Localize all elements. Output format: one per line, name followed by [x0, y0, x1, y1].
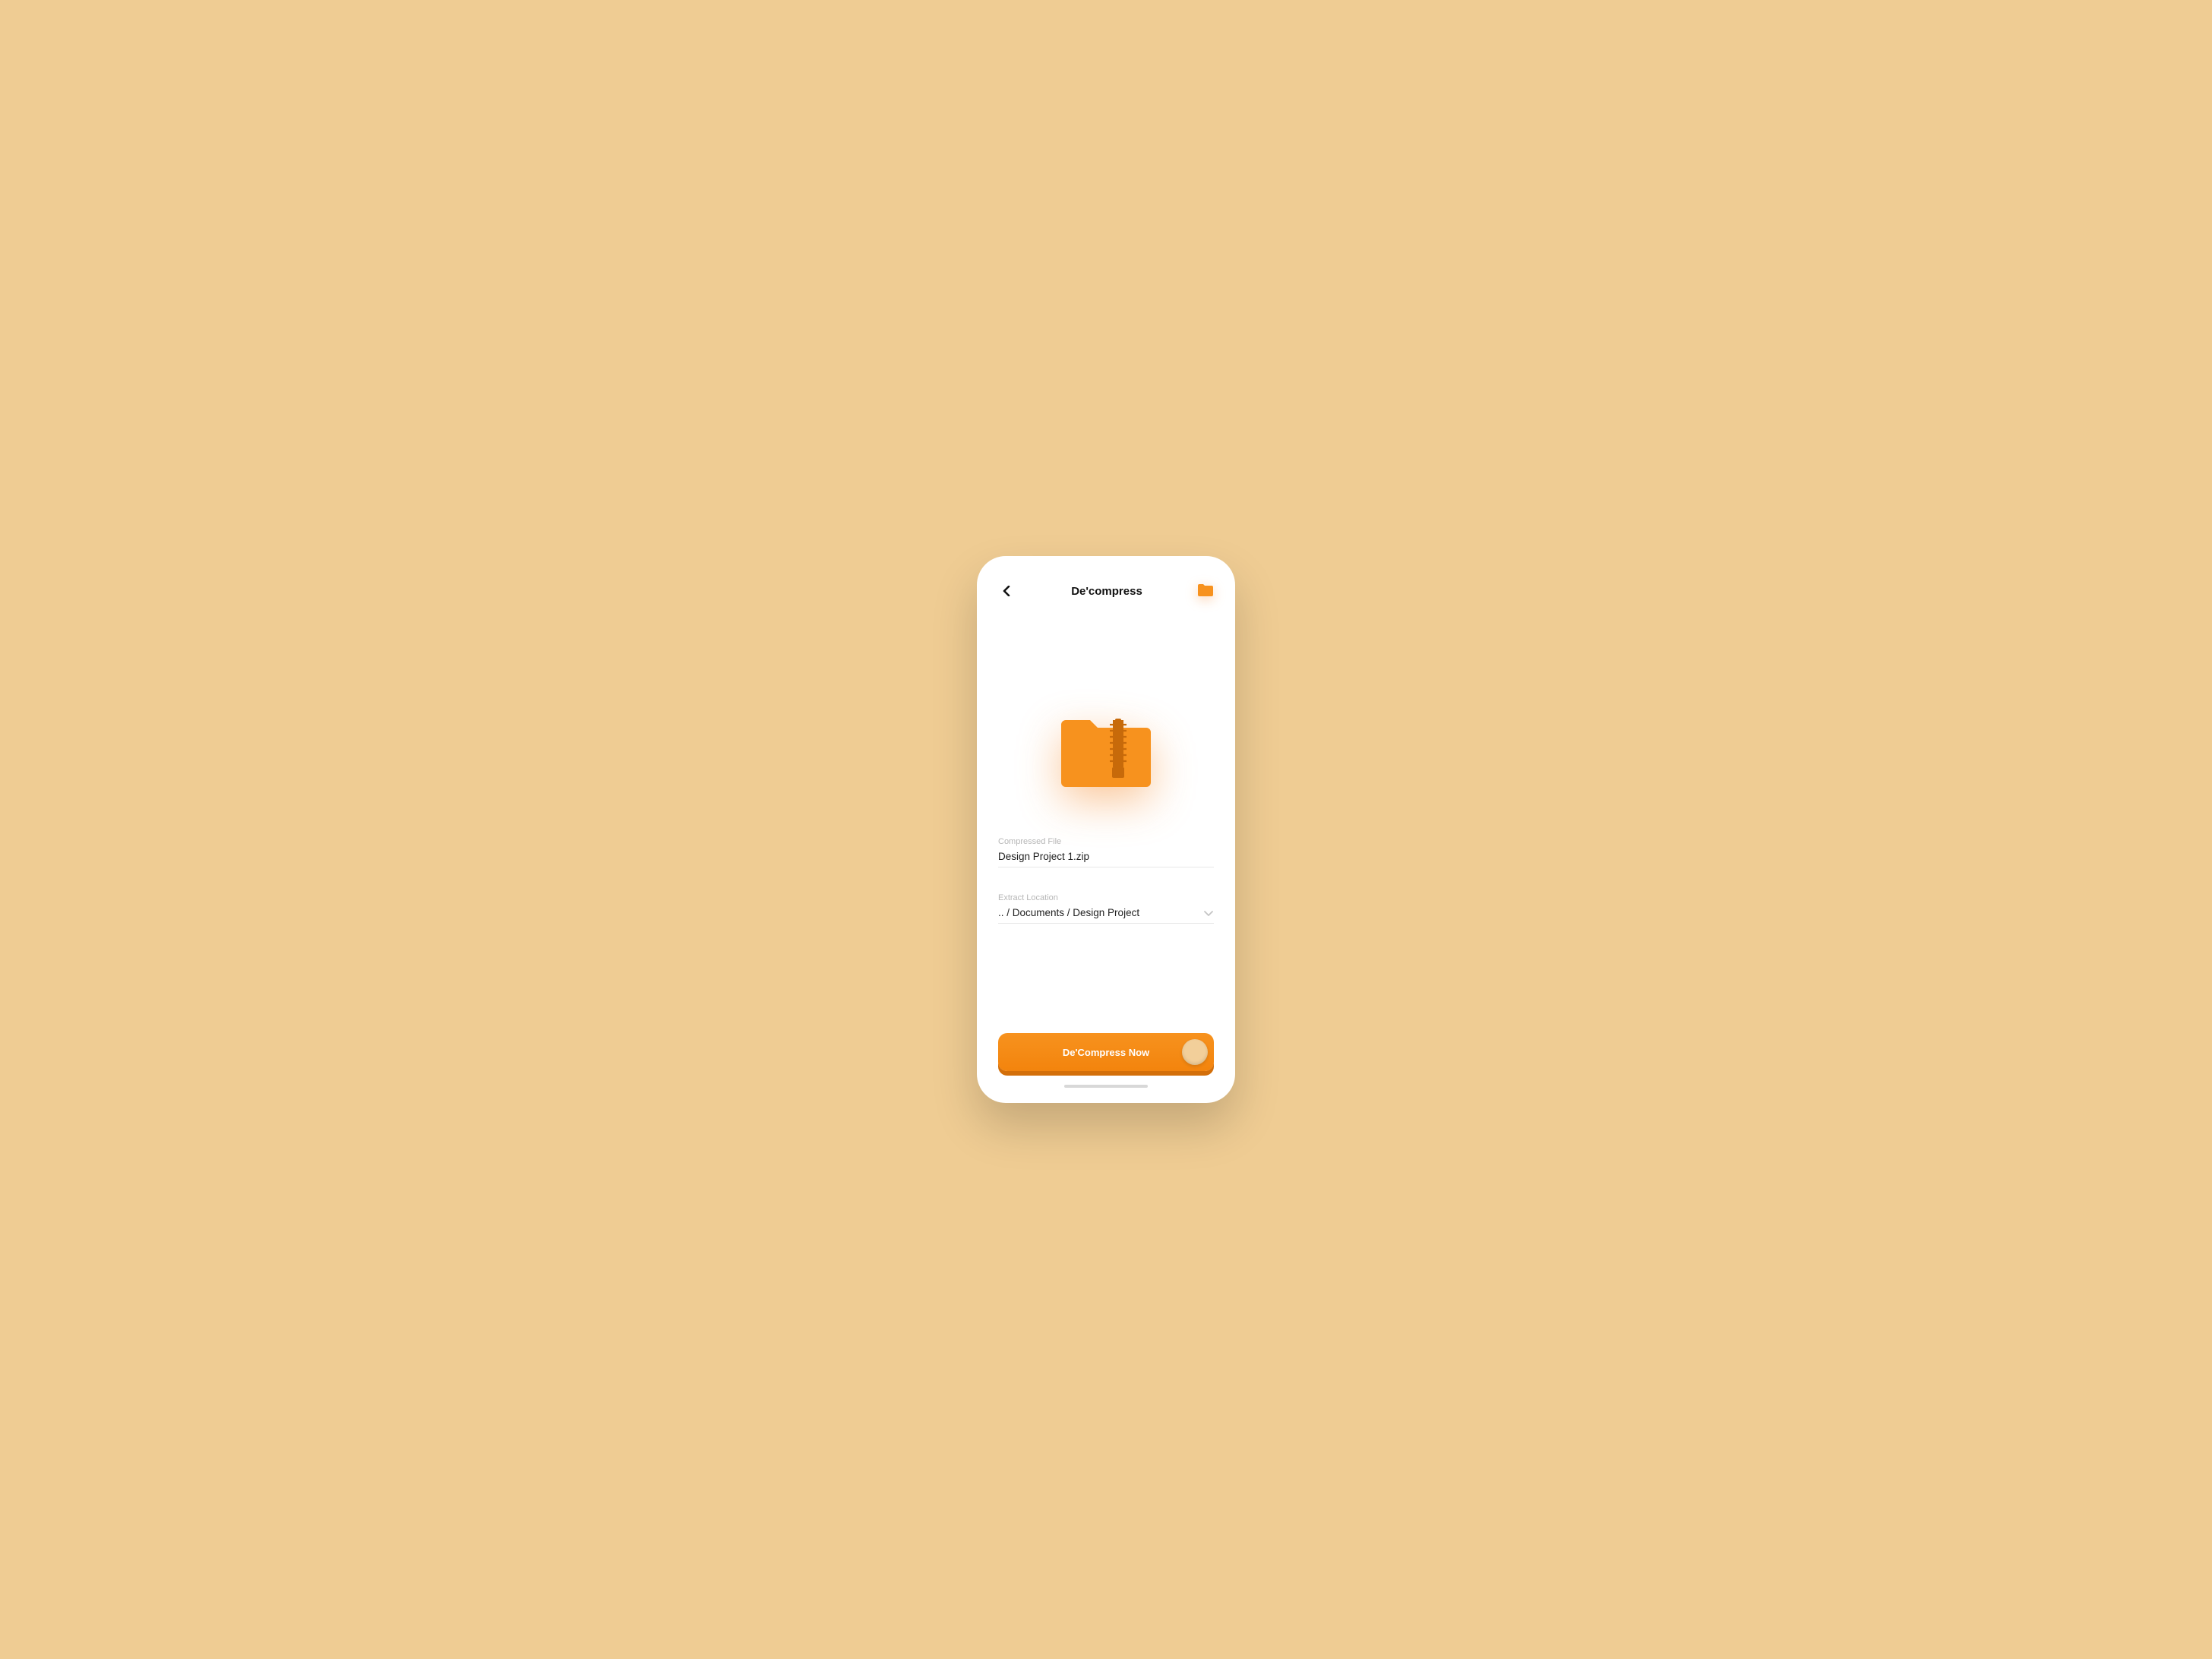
extract-location-label: Extract Location: [998, 893, 1214, 902]
extract-location-value: .. / Documents / Design Project: [998, 907, 1139, 918]
phone-frame: De'compress Compressed File: [977, 556, 1235, 1103]
spacer: [998, 950, 1214, 1033]
header-bar: De'compress: [998, 580, 1214, 602]
page-title: De'compress: [1071, 585, 1142, 598]
decompress-button-label: De'Compress Now: [1063, 1047, 1149, 1058]
folder-icon: [1197, 583, 1214, 598]
slider-knob[interactable]: [1182, 1039, 1208, 1065]
extract-location-field[interactable]: Extract Location .. / Documents / Design…: [998, 893, 1214, 924]
folder-button[interactable]: [1197, 583, 1214, 599]
chevron-down-icon: [1203, 908, 1214, 918]
chevron-left-icon: [1003, 586, 1012, 596]
home-indicator: [1064, 1085, 1148, 1088]
compressed-file-value: Design Project 1.zip: [998, 851, 1089, 862]
zip-folder-icon: [1057, 708, 1155, 792]
compressed-file-row: Design Project 1.zip: [998, 851, 1214, 867]
compressed-file-field[interactable]: Compressed File Design Project 1.zip: [998, 837, 1214, 867]
hero-illustration: [998, 708, 1214, 792]
back-button[interactable]: [998, 582, 1016, 600]
extract-location-row: .. / Documents / Design Project: [998, 907, 1214, 924]
decompress-button[interactable]: De'Compress Now: [998, 1033, 1214, 1071]
compressed-file-label: Compressed File: [998, 837, 1214, 846]
